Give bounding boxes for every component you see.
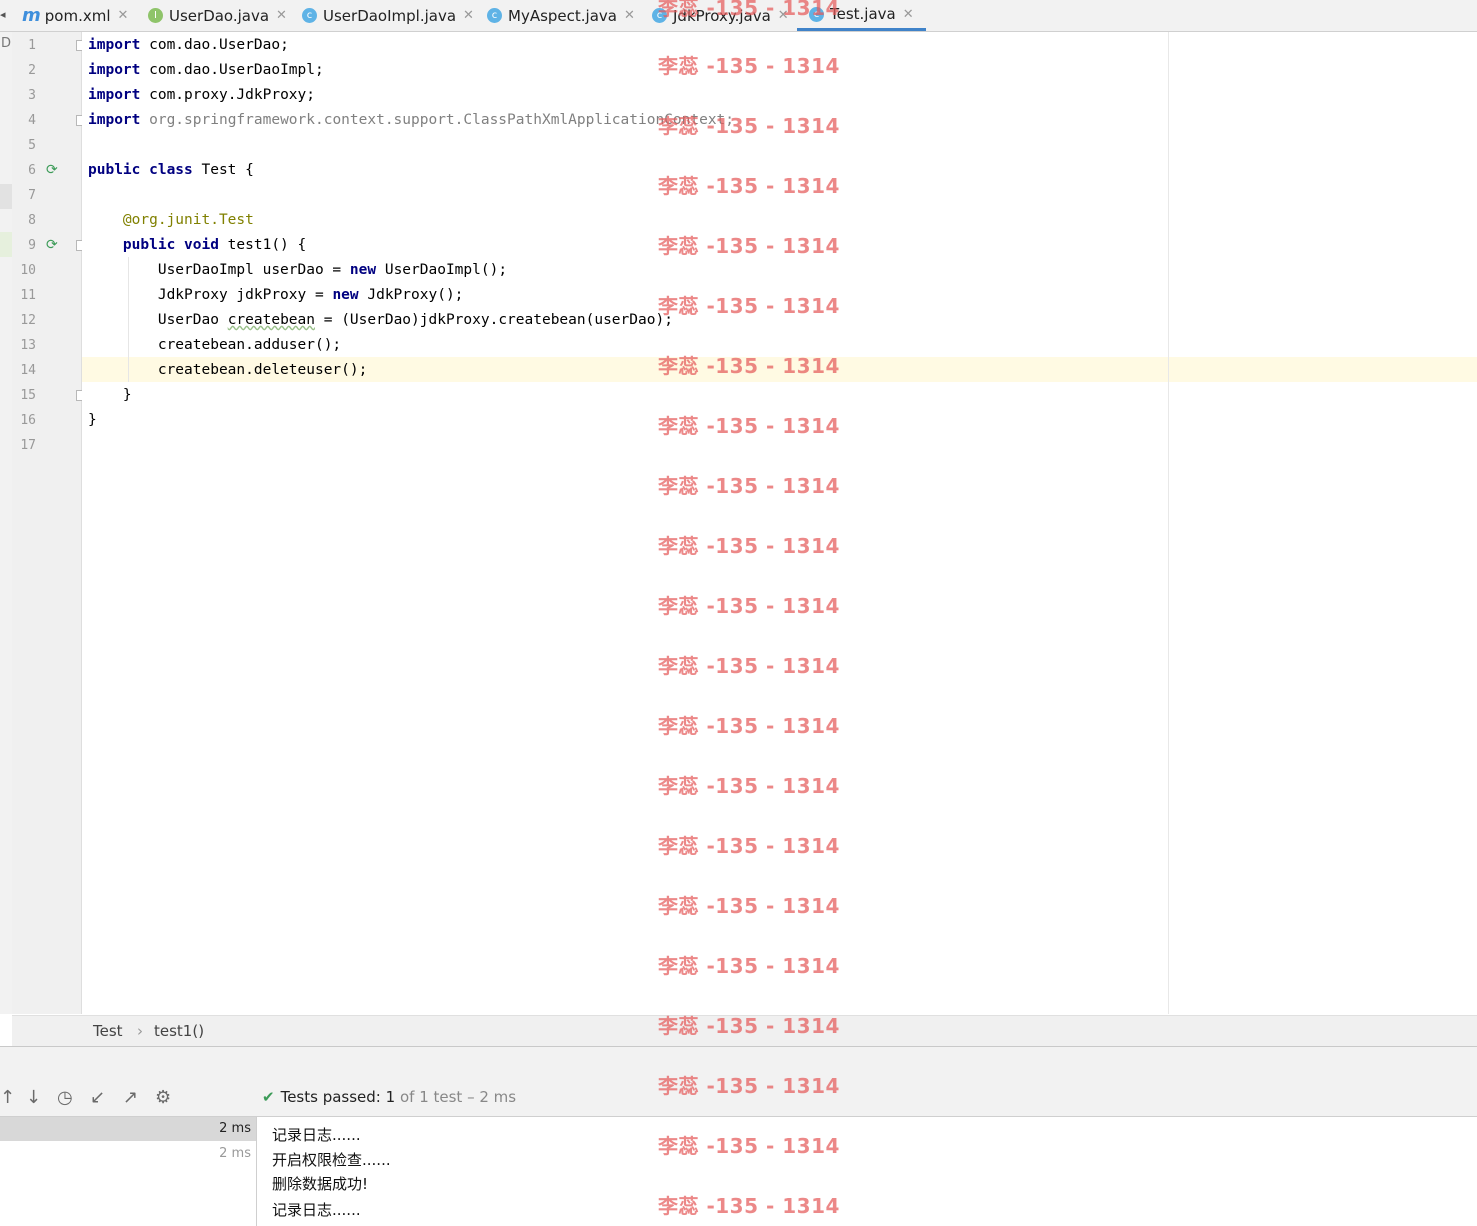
maven-file-icon: m bbox=[22, 5, 41, 26]
run-test-method-icon[interactable]: ⟳ bbox=[46, 238, 60, 252]
strip-label: D bbox=[1, 36, 12, 51]
status-label: Tests passed: bbox=[280, 1088, 381, 1106]
left-tool-strip: D bbox=[0, 32, 12, 1014]
line-number: 9 bbox=[28, 238, 36, 253]
code-line-13[interactable]: createbean.adduser(); bbox=[88, 333, 341, 358]
line-number: 6 bbox=[28, 163, 36, 178]
class-icon: c bbox=[487, 8, 502, 23]
console-line: 记录日志...... bbox=[272, 1201, 361, 1219]
status-detail: of 1 test – 2 ms bbox=[399, 1088, 517, 1106]
code-line-16[interactable]: } bbox=[88, 408, 97, 433]
close-icon[interactable]: ✕ bbox=[276, 8, 287, 23]
line-number: 7 bbox=[28, 188, 36, 203]
tab-userdaoimpl-java[interactable]: c UserDaoImpl.java ✕ bbox=[302, 0, 474, 31]
test-tree-row[interactable]: 2 ms bbox=[0, 1117, 256, 1141]
watermark-text: 李蕊 -135 - 1314 bbox=[658, 114, 840, 138]
close-icon[interactable]: ✕ bbox=[903, 7, 914, 22]
watermark-text: 李蕊 -135 - 1314 bbox=[658, 174, 840, 198]
line-number-gutter: 1 2 3 4 5 6 7 8 9 10 11 12 13 14 15 16 1… bbox=[12, 32, 87, 1014]
watermark-text: 李蕊 -135 - 1314 bbox=[658, 1134, 840, 1158]
line-number: 11 bbox=[20, 288, 36, 303]
line-number: 1 bbox=[28, 38, 36, 53]
console-line: 删除数据成功! bbox=[272, 1175, 369, 1193]
console-line: 开启权限检查...... bbox=[272, 1151, 391, 1169]
line-number: 17 bbox=[20, 438, 36, 453]
tab-label: UserDaoImpl.java bbox=[323, 6, 457, 25]
watermark-text: 李蕊 -135 - 1314 bbox=[658, 894, 840, 918]
close-icon[interactable]: ✕ bbox=[118, 8, 129, 23]
tab-label: pom.xml bbox=[44, 6, 111, 25]
watermark-text: 李蕊 -135 - 1314 bbox=[658, 954, 840, 978]
watermark-text: 李蕊 -135 - 1314 bbox=[658, 1014, 840, 1038]
import-icon[interactable]: ↙ bbox=[90, 1087, 105, 1108]
line-number: 8 bbox=[28, 213, 36, 228]
tab-scroll-left-icon[interactable]: ◂ bbox=[0, 8, 6, 21]
code-line-10[interactable]: UserDaoImpl userDao = new UserDaoImpl(); bbox=[88, 258, 507, 283]
arrow-down-icon[interactable]: ↓ bbox=[26, 1087, 41, 1108]
class-icon: c bbox=[302, 8, 317, 23]
code-line-11[interactable]: JdkProxy jdkProxy = new JdkProxy(); bbox=[88, 283, 464, 308]
line-number: 12 bbox=[20, 313, 36, 328]
code-line-1[interactable]: import com.dao.UserDao; bbox=[88, 33, 289, 58]
watermark-text: 李蕊 -135 - 1314 bbox=[658, 654, 840, 678]
interface-icon: I bbox=[148, 8, 163, 23]
watermark-text: 李蕊 -135 - 1314 bbox=[658, 54, 840, 78]
close-icon[interactable]: ✕ bbox=[624, 8, 635, 23]
code-line-8[interactable]: @org.junit.Test bbox=[88, 208, 254, 233]
code-line-14[interactable]: createbean.deleteuser(); bbox=[88, 358, 368, 383]
line-number: 4 bbox=[28, 113, 36, 128]
tab-label: UserDao.java bbox=[169, 6, 270, 25]
code-line-2[interactable]: import com.dao.UserDaoImpl; bbox=[88, 58, 324, 83]
export-icon[interactable]: ↗ bbox=[123, 1087, 138, 1108]
tab-label: MyAspect.java bbox=[508, 6, 617, 25]
line-number: 2 bbox=[28, 63, 36, 78]
watermark-text: 李蕊 -135 - 1314 bbox=[658, 834, 840, 858]
line-number: 13 bbox=[20, 338, 36, 353]
tab-userdao-java[interactable]: I UserDao.java ✕ bbox=[148, 0, 287, 31]
watermark-text: 李蕊 -135 - 1314 bbox=[658, 594, 840, 618]
watermark-text: 李蕊 -135 - 1314 bbox=[658, 774, 840, 798]
watermark-text: 李蕊 -135 - 1314 bbox=[658, 234, 840, 258]
run-test-class-icon[interactable]: ⟳ bbox=[46, 163, 60, 177]
console-line: 记录日志...... bbox=[272, 1126, 361, 1144]
watermark-text: 李蕊 -135 - 1314 bbox=[658, 294, 840, 318]
watermark-text: 李蕊 -135 - 1314 bbox=[658, 714, 840, 738]
strip-marker bbox=[0, 232, 12, 257]
strip-marker bbox=[0, 184, 12, 209]
tab-myaspect-java[interactable]: c MyAspect.java ✕ bbox=[487, 0, 635, 31]
watermark-text: 李蕊 -135 - 1314 bbox=[658, 354, 840, 378]
close-icon[interactable]: ✕ bbox=[463, 8, 474, 23]
code-line-4[interactable]: import org.springframework.context.suppo… bbox=[88, 108, 734, 133]
status-count: 1 bbox=[385, 1088, 396, 1106]
history-icon[interactable]: ◷ bbox=[57, 1087, 73, 1108]
line-number: 5 bbox=[28, 138, 36, 153]
line-number: 3 bbox=[28, 88, 36, 103]
line-number: 10 bbox=[20, 263, 36, 278]
watermark-text: 李蕊 -135 - 1314 bbox=[658, 474, 840, 498]
watermark-text: 李蕊 -135 - 1314 bbox=[658, 534, 840, 558]
code-line-3[interactable]: import com.proxy.JdkProxy; bbox=[88, 83, 315, 108]
test-status: ✔ Tests passed: 1 of 1 test – 2 ms bbox=[262, 1088, 516, 1106]
tab-pom-xml[interactable]: m pom.xml ✕ bbox=[22, 0, 128, 31]
test-tree: 2 ms 2 ms bbox=[0, 1117, 257, 1226]
test-tree-row[interactable]: 2 ms bbox=[0, 1142, 256, 1166]
gear-icon[interactable]: ⚙ bbox=[155, 1087, 171, 1108]
line-number: 16 bbox=[20, 413, 36, 428]
watermark-text: 李蕊 -135 - 1314 bbox=[658, 414, 840, 438]
breadcrumb-class[interactable]: Test bbox=[93, 1022, 123, 1040]
code-line-15[interactable]: } bbox=[88, 383, 132, 408]
line-number: 15 bbox=[20, 388, 36, 403]
code-line-6[interactable]: public class Test { bbox=[88, 158, 254, 183]
code-line-12[interactable]: UserDao createbean = (UserDao)jdkProxy.c… bbox=[88, 308, 673, 333]
watermark-text: 李蕊 -135 - 1314 bbox=[658, 0, 840, 20]
line-number: 14 bbox=[20, 363, 36, 378]
right-margin-guide bbox=[1168, 32, 1169, 1014]
breadcrumb-separator: › bbox=[137, 1022, 143, 1040]
breadcrumb-method[interactable]: test1() bbox=[154, 1022, 204, 1040]
watermark-text: 李蕊 -135 - 1314 bbox=[658, 1074, 840, 1098]
arrow-up-icon[interactable]: ↑ bbox=[0, 1087, 15, 1108]
check-icon: ✔ bbox=[262, 1088, 275, 1106]
watermark-text: 李蕊 -135 - 1314 bbox=[658, 1194, 840, 1218]
code-line-9[interactable]: public void test1() { bbox=[88, 233, 306, 258]
